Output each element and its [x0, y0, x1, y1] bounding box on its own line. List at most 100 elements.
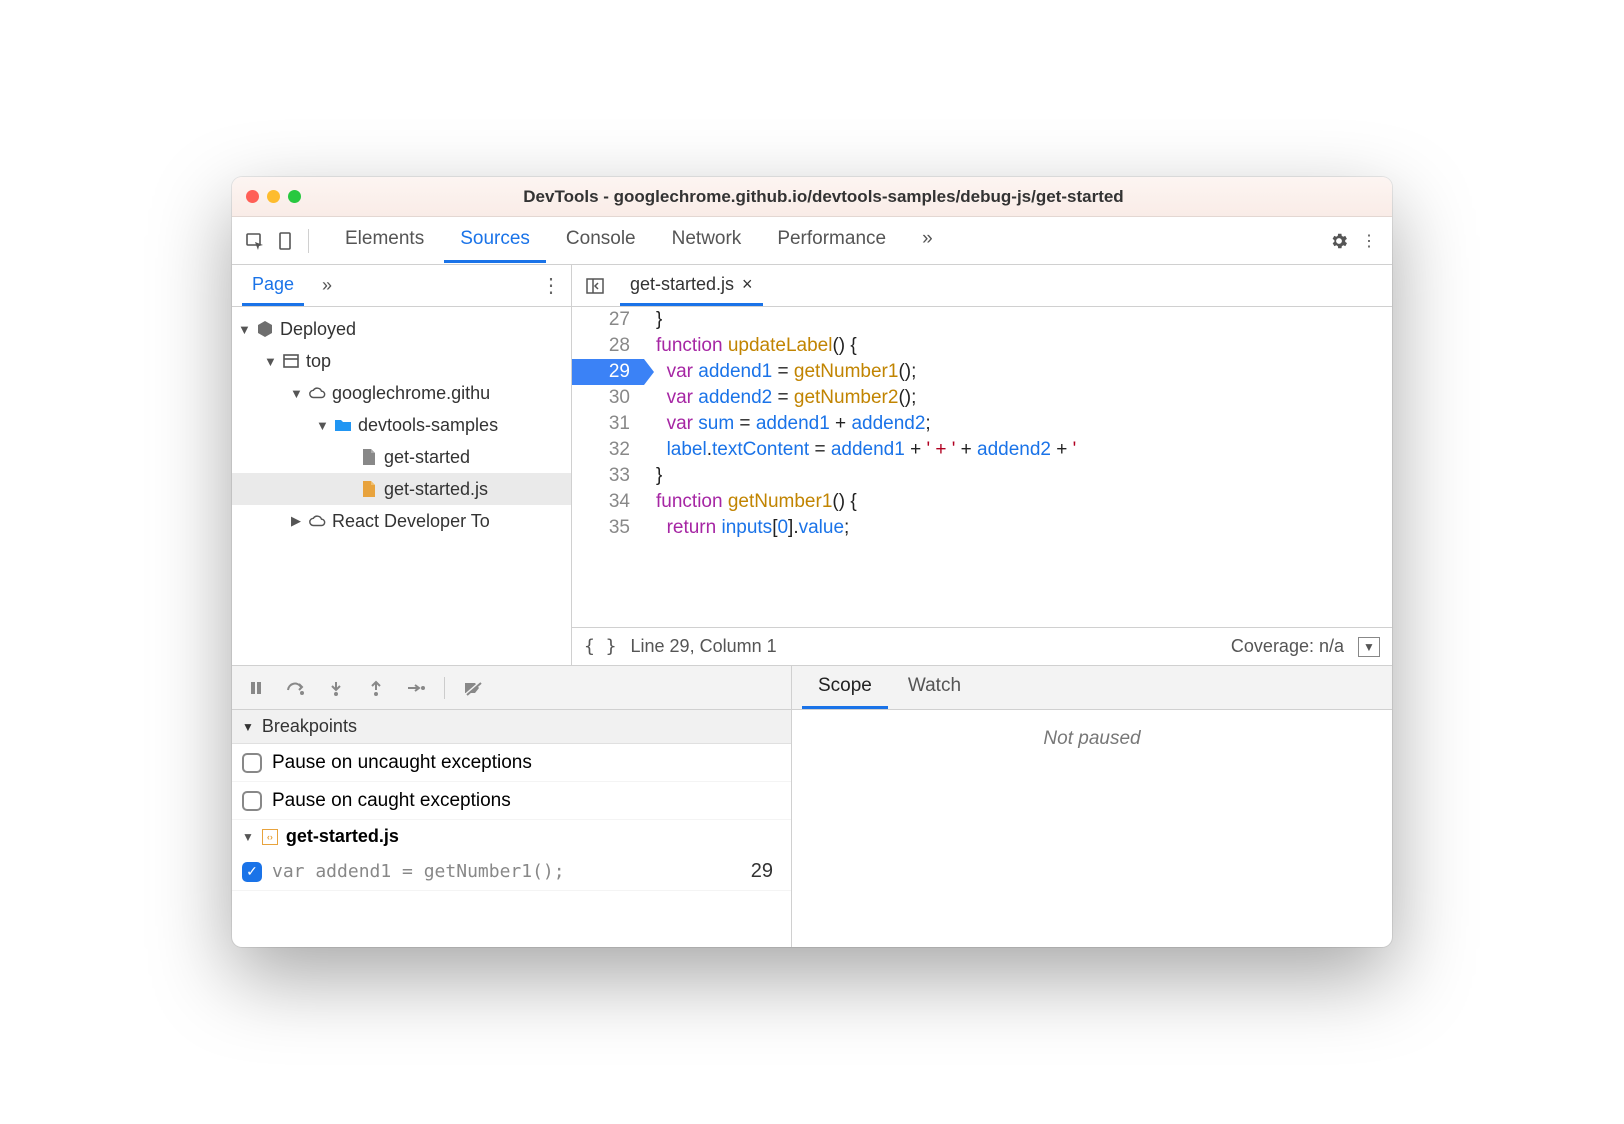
expand-icon[interactable]: ▶	[290, 513, 302, 529]
line-number[interactable]: 35	[572, 515, 644, 541]
separator	[444, 677, 445, 699]
expand-icon[interactable]: ▼	[316, 418, 328, 433]
tab-console[interactable]: Console	[550, 218, 652, 263]
file-tree: ▼Deployed▼top▼googlechrome.githu▼devtool…	[232, 307, 571, 543]
tree-node[interactable]: ▶ React Developer To	[232, 505, 571, 537]
step-icon[interactable]	[398, 673, 434, 703]
separator	[308, 229, 309, 253]
titlebar: DevTools - googlechrome.github.io/devtoo…	[232, 177, 1392, 217]
step-out-icon[interactable]	[358, 673, 394, 703]
window-title: DevTools - googlechrome.github.io/devtoo…	[319, 187, 1328, 207]
folder-icon	[334, 416, 352, 434]
line-number[interactable]: 27	[572, 307, 644, 333]
navigator-overflow[interactable]: »	[322, 275, 332, 296]
tree-node[interactable]: get-started.js	[232, 473, 571, 505]
sources-panel: Page » ⋮ ▼Deployed▼top▼googlechrome.gith…	[232, 265, 1392, 665]
tree-label: get-started.js	[384, 479, 488, 500]
panel-tabs: Elements Sources Console Network Perform…	[329, 218, 1324, 263]
file-icon	[360, 448, 378, 466]
line-number[interactable]: 30	[572, 385, 644, 411]
line-number[interactable]: 28	[572, 333, 644, 359]
pause-uncaught-row[interactable]: Pause on uncaught exceptions	[232, 744, 791, 782]
editor-tab-label: get-started.js	[630, 274, 734, 295]
debugger-left: ▼ Breakpoints Pause on uncaught exceptio…	[232, 666, 792, 947]
tab-scope[interactable]: Scope	[802, 666, 888, 709]
tree-label: top	[306, 351, 331, 372]
navigator-header: Page » ⋮	[232, 265, 571, 307]
tree-node[interactable]: ▼googlechrome.githu	[232, 377, 571, 409]
more-icon[interactable]: ⋮	[1354, 226, 1384, 256]
chevron-down-icon: ▼	[242, 720, 254, 734]
pause-caught-row[interactable]: Pause on caught exceptions	[232, 782, 791, 820]
step-over-icon[interactable]	[278, 673, 314, 703]
expand-icon[interactable]: ▼	[238, 322, 250, 337]
source-line[interactable]: var sum = addend1 + addend2;	[644, 411, 1392, 437]
close-icon[interactable]	[246, 190, 259, 203]
source-line[interactable]: label.textContent = addend1 + ' + ' + ad…	[644, 437, 1392, 463]
not-paused-message: Not paused	[792, 710, 1392, 947]
checkbox-breakpoint[interactable]: ✓	[242, 862, 262, 882]
tab-network[interactable]: Network	[656, 218, 758, 263]
tree-label: devtools-samples	[358, 415, 498, 436]
breakpoints-label: Breakpoints	[262, 716, 357, 737]
line-number[interactable]: 34	[572, 489, 644, 515]
deactivate-breakpoints-icon[interactable]	[455, 673, 491, 703]
tab-elements[interactable]: Elements	[329, 218, 440, 263]
line-number[interactable]: 29	[572, 359, 644, 385]
cloud-icon	[308, 384, 326, 402]
source-line[interactable]: }	[644, 463, 1392, 489]
tab-sources[interactable]: Sources	[444, 218, 546, 263]
tab-performance[interactable]: Performance	[761, 218, 902, 263]
line-number[interactable]: 31	[572, 411, 644, 437]
minimize-icon[interactable]	[267, 190, 280, 203]
navigator-tab-page[interactable]: Page	[242, 266, 304, 306]
line-number[interactable]: 32	[572, 437, 644, 463]
line-gutter[interactable]: 272829303132333435	[572, 307, 644, 627]
expand-icon[interactable]: ▼	[290, 386, 302, 401]
navigator-more-icon[interactable]: ⋮	[541, 273, 561, 298]
tree-label: React Developer To	[332, 511, 490, 532]
editor-tab-active[interactable]: get-started.js ×	[620, 266, 763, 306]
source-line[interactable]: var addend1 = getNumber1();	[644, 359, 1392, 385]
tree-label: get-started	[384, 447, 470, 468]
step-into-icon[interactable]	[318, 673, 354, 703]
source-line[interactable]: function getNumber1() {	[644, 489, 1392, 515]
source-line[interactable]: return inputs[0].value;	[644, 515, 1392, 541]
window-icon	[282, 352, 300, 370]
inspect-element-icon[interactable]	[240, 226, 270, 256]
expand-icon[interactable]: ▼	[264, 354, 276, 369]
debugger-panel: ▼ Breakpoints Pause on uncaught exceptio…	[232, 665, 1392, 947]
tab-watch[interactable]: Watch	[892, 666, 977, 709]
cursor-position: Line 29, Column 1	[631, 636, 777, 657]
breakpoint-file-header[interactable]: ▼ ‹› get-started.js	[232, 820, 791, 853]
tree-node[interactable]: ▼ devtools-samples	[232, 409, 571, 441]
coverage-label: Coverage: n/a	[1231, 636, 1344, 657]
breakpoint-entry[interactable]: ✓ var addend1 = getNumber1(); 29	[232, 853, 791, 891]
code-area[interactable]: 272829303132333435 }function updateLabel…	[572, 307, 1392, 627]
source-text[interactable]: }function updateLabel() { var addend1 = …	[644, 307, 1392, 627]
breakpoint-code: var addend1 = getNumber1();	[272, 861, 565, 882]
checkbox-uncaught[interactable]	[242, 753, 262, 773]
devtools-window: DevTools - googlechrome.github.io/devtoo…	[232, 177, 1392, 947]
tree-node[interactable]: ▼Deployed	[232, 313, 571, 345]
tree-node[interactable]: ▼ top	[232, 345, 571, 377]
line-number[interactable]: 33	[572, 463, 644, 489]
source-line[interactable]: function updateLabel() {	[644, 333, 1392, 359]
main-toolbar: Elements Sources Console Network Perform…	[232, 217, 1392, 265]
breakpoints-section-header[interactable]: ▼ Breakpoints	[232, 710, 791, 744]
zoom-icon[interactable]	[288, 190, 301, 203]
toggle-navigator-icon[interactable]	[580, 271, 610, 301]
checkbox-caught[interactable]	[242, 791, 262, 811]
close-tab-icon[interactable]: ×	[742, 274, 753, 295]
status-menu-icon[interactable]: ▼	[1358, 637, 1380, 657]
cube-icon	[256, 320, 274, 338]
pause-icon[interactable]	[238, 673, 274, 703]
tabs-overflow[interactable]: »	[906, 218, 949, 263]
tree-node[interactable]: get-started	[232, 441, 571, 473]
device-toolbar-icon[interactable]	[270, 226, 300, 256]
pretty-print-icon[interactable]: { }	[584, 636, 617, 657]
source-line[interactable]: var addend2 = getNumber2();	[644, 385, 1392, 411]
source-line[interactable]: }	[644, 307, 1392, 333]
breakpoint-line-number: 29	[751, 860, 781, 883]
settings-icon[interactable]	[1324, 226, 1354, 256]
